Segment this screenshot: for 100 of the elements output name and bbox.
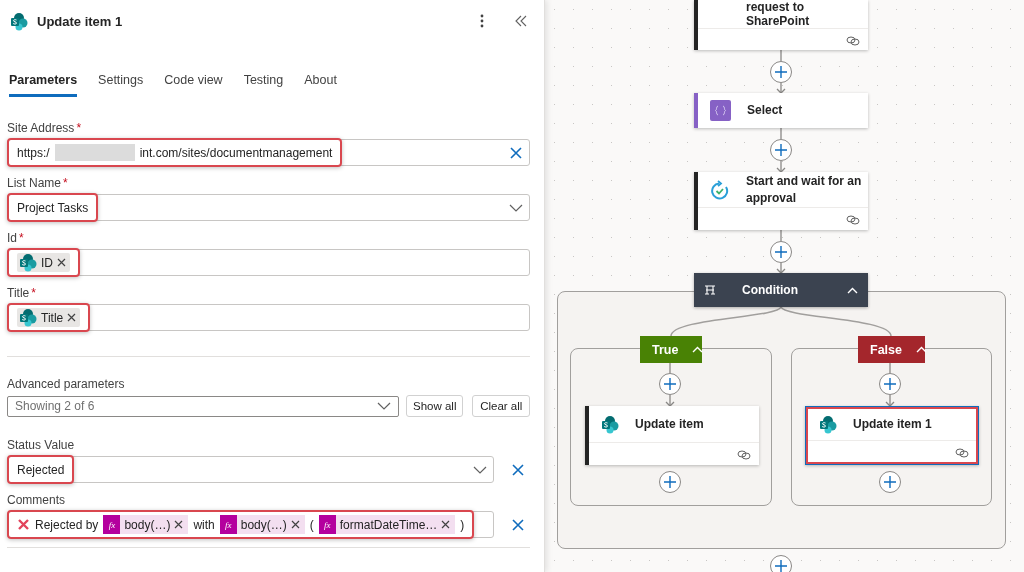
field-text: ( (309, 517, 314, 532)
token-label: Title (41, 310, 64, 325)
link-icon (737, 448, 751, 460)
chevron-up-icon[interactable] (915, 346, 927, 353)
add-step-button[interactable] (770, 61, 792, 83)
card-title: Start and wait for an approval (746, 172, 862, 207)
action-card[interactable]: Select (694, 93, 868, 128)
field-value: int.com/sites/documentmanagement (139, 145, 333, 160)
expression-token[interactable]: fx formatDateTime… (318, 515, 456, 534)
add-step-button[interactable] (770, 555, 792, 572)
branch-label[interactable]: True (640, 336, 702, 363)
action-button[interactable]: Clear all (472, 395, 530, 417)
parameters-dropdown[interactable]: Showing 2 of 6 (7, 395, 399, 417)
close-icon (511, 462, 525, 477)
dropdown-field[interactable]: Rejected (7, 456, 494, 483)
connector-arrow (776, 82, 786, 94)
expression-token[interactable]: fx body(…) (103, 515, 189, 534)
tab[interactable]: About (304, 68, 337, 97)
field-label: Id * (7, 230, 24, 246)
connector-arrow (665, 394, 675, 407)
connector-arrow (885, 394, 895, 407)
approval-icon (710, 179, 730, 200)
action-card[interactable]: Start and wait for an approval (694, 172, 868, 230)
sharepoint-icon (819, 414, 837, 434)
chevron-down-icon (509, 203, 523, 212)
sharepoint-icon (10, 11, 28, 31)
card-title: Select (747, 102, 783, 119)
select-icon (710, 100, 731, 121)
clear-icon[interactable] (509, 145, 523, 160)
add-step-button[interactable] (770, 139, 792, 161)
add-step-button[interactable] (770, 241, 792, 263)
field-value: https:/ (17, 145, 50, 160)
action-card[interactable]: request to SharePoint (694, 0, 868, 50)
plus-icon (775, 560, 787, 572)
panel-title: Update item 1 (37, 13, 124, 29)
branch-label[interactable]: False (858, 336, 925, 363)
field-value: Rejected (17, 462, 65, 477)
field-text: ) (460, 517, 465, 532)
token-chip[interactable]: Title (17, 308, 81, 327)
more-icon (480, 14, 484, 28)
cross-mark-icon (17, 518, 30, 531)
plus-icon (884, 476, 896, 488)
tab[interactable]: Code view (164, 68, 223, 97)
plus-icon (664, 476, 676, 488)
connector-arrow (776, 160, 786, 173)
card-title: Update item 1 (853, 415, 932, 433)
field-label: Title * (7, 285, 36, 301)
field-label: Comments (7, 492, 65, 508)
card-title: request to SharePoint (746, 0, 811, 28)
tab[interactable]: Parameters (9, 68, 78, 97)
function-badge: fx (318, 515, 336, 534)
chevron-up-icon[interactable] (847, 286, 858, 294)
token-label: body(…) (240, 517, 287, 532)
tab[interactable]: Settings (98, 68, 144, 97)
plus-icon (664, 378, 676, 390)
remove-icon[interactable] (441, 520, 451, 529)
token-label: ID (41, 255, 53, 270)
plus-icon (884, 378, 896, 390)
remove-icon[interactable] (67, 313, 77, 322)
plus-icon (775, 246, 787, 258)
sharepoint-icon (19, 308, 37, 327)
connector-line (780, 229, 782, 242)
chevron-down-icon (377, 402, 391, 410)
function-badge: fx (219, 515, 237, 534)
token-label: formatDateTime… (339, 517, 438, 532)
card-title: Condition (742, 281, 799, 299)
expression-token[interactable]: fx body(…) (219, 515, 305, 534)
link-icon (846, 213, 860, 225)
action-button[interactable]: Show all (406, 395, 464, 417)
plus-icon (775, 66, 787, 78)
link-icon (846, 34, 860, 46)
token-chip[interactable]: ID (17, 253, 70, 272)
text-field[interactable]: https:/ int.com/sites/documentmanagement (7, 139, 530, 166)
field-text: Rejected by (35, 517, 99, 532)
card-title: Update item (635, 415, 704, 433)
sharepoint-icon (601, 414, 619, 434)
dropdown-field[interactable]: Project Tasks (7, 194, 530, 221)
double-chevron-left-icon (515, 15, 527, 27)
chevron-up-icon[interactable] (692, 346, 704, 353)
action-card[interactable]: Update item 1 (805, 406, 979, 465)
token-field[interactable]: ID (7, 249, 530, 276)
condition-icon (704, 284, 716, 296)
connector-line (669, 362, 671, 374)
connector-arrow (776, 262, 786, 274)
token-field[interactable]: Rejected by fx body(…) with fx body(…) ( fx formatDateTime… ) (7, 511, 494, 538)
remove-icon[interactable] (290, 520, 300, 529)
section-label: Advanced parameters (7, 376, 125, 392)
placeholder-text: Showing 2 of 6 (15, 399, 96, 413)
remove-icon[interactable] (57, 258, 66, 267)
condition-header[interactable]: Condition (694, 273, 868, 307)
tab[interactable]: Testing (243, 68, 284, 97)
chevron-down-icon (473, 465, 487, 474)
function-badge: fx (103, 515, 121, 534)
action-card[interactable]: Update item (585, 406, 759, 465)
field-value: Project Tasks (17, 200, 89, 215)
token-field[interactable]: Title (7, 304, 530, 331)
link-icon (955, 446, 969, 458)
field-text: with (193, 517, 215, 532)
remove-icon[interactable] (174, 520, 184, 529)
field-label: Site Address * (7, 120, 82, 136)
